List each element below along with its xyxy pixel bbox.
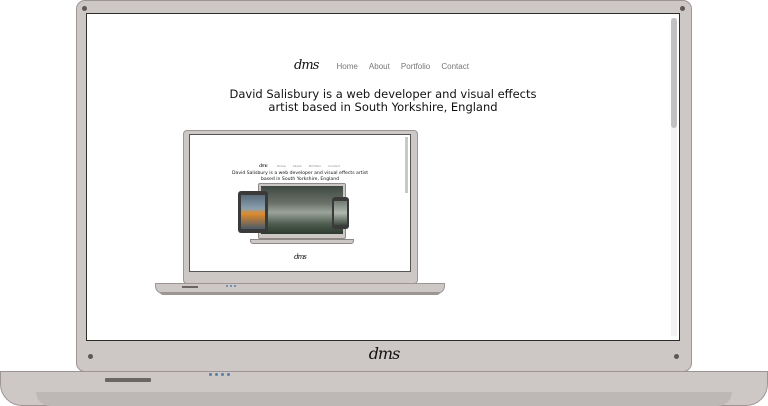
screw-top-left <box>82 6 87 11</box>
hero-headline-line2: artist based in South Yorkshire, England <box>268 100 498 114</box>
devices-phone-screen <box>334 201 347 225</box>
mockup-nav-home: Home <box>276 164 286 168</box>
mockup-led <box>226 285 228 287</box>
mockup-led <box>234 285 236 287</box>
mockup-laptop-base-lip <box>160 292 440 295</box>
screw-top-right <box>680 6 685 11</box>
mockup-headline: David Salisbury is a web developer and v… <box>190 171 410 183</box>
nav-contact[interactable]: Contact <box>441 62 469 71</box>
hero-headline: David Salisbury is a web developer and v… <box>87 88 679 114</box>
site-logo[interactable]: dms <box>294 58 319 73</box>
mockup-logo: dms <box>259 163 267 169</box>
scrollbar-thumb[interactable] <box>671 18 677 128</box>
status-led <box>209 373 212 376</box>
mockup-bezel-logo: dms <box>294 253 307 261</box>
status-led <box>221 373 224 376</box>
mockup-port <box>182 286 198 288</box>
mockup-nav-portfolio: Portfolio <box>308 164 322 168</box>
bezel-logo: dms <box>368 344 401 363</box>
scrollbar[interactable] <box>671 18 677 336</box>
nav-about[interactable]: About <box>369 62 390 71</box>
usb-port <box>105 378 151 382</box>
mockup-nav: dms Home About Portfolio Contact <box>190 152 410 171</box>
mockup-scrollbar <box>405 137 408 193</box>
mockup-nav-contact: Contact <box>328 164 340 168</box>
devices-tablet-screen <box>241 195 265 229</box>
nav-portfolio[interactable]: Portfolio <box>401 62 430 71</box>
mockup-led <box>230 285 232 287</box>
mockup-laptop-screen: dms Home About Portfolio Contact David S… <box>189 134 411 272</box>
status-led <box>227 373 230 376</box>
nav-home[interactable]: Home <box>336 62 357 71</box>
laptop-base-lip <box>36 392 732 406</box>
mockup-nav-about: About <box>292 164 302 168</box>
main-nav: dms Home About Portfolio Contact <box>87 54 679 73</box>
status-led <box>215 373 218 376</box>
devices-laptop-screen <box>261 186 343 234</box>
